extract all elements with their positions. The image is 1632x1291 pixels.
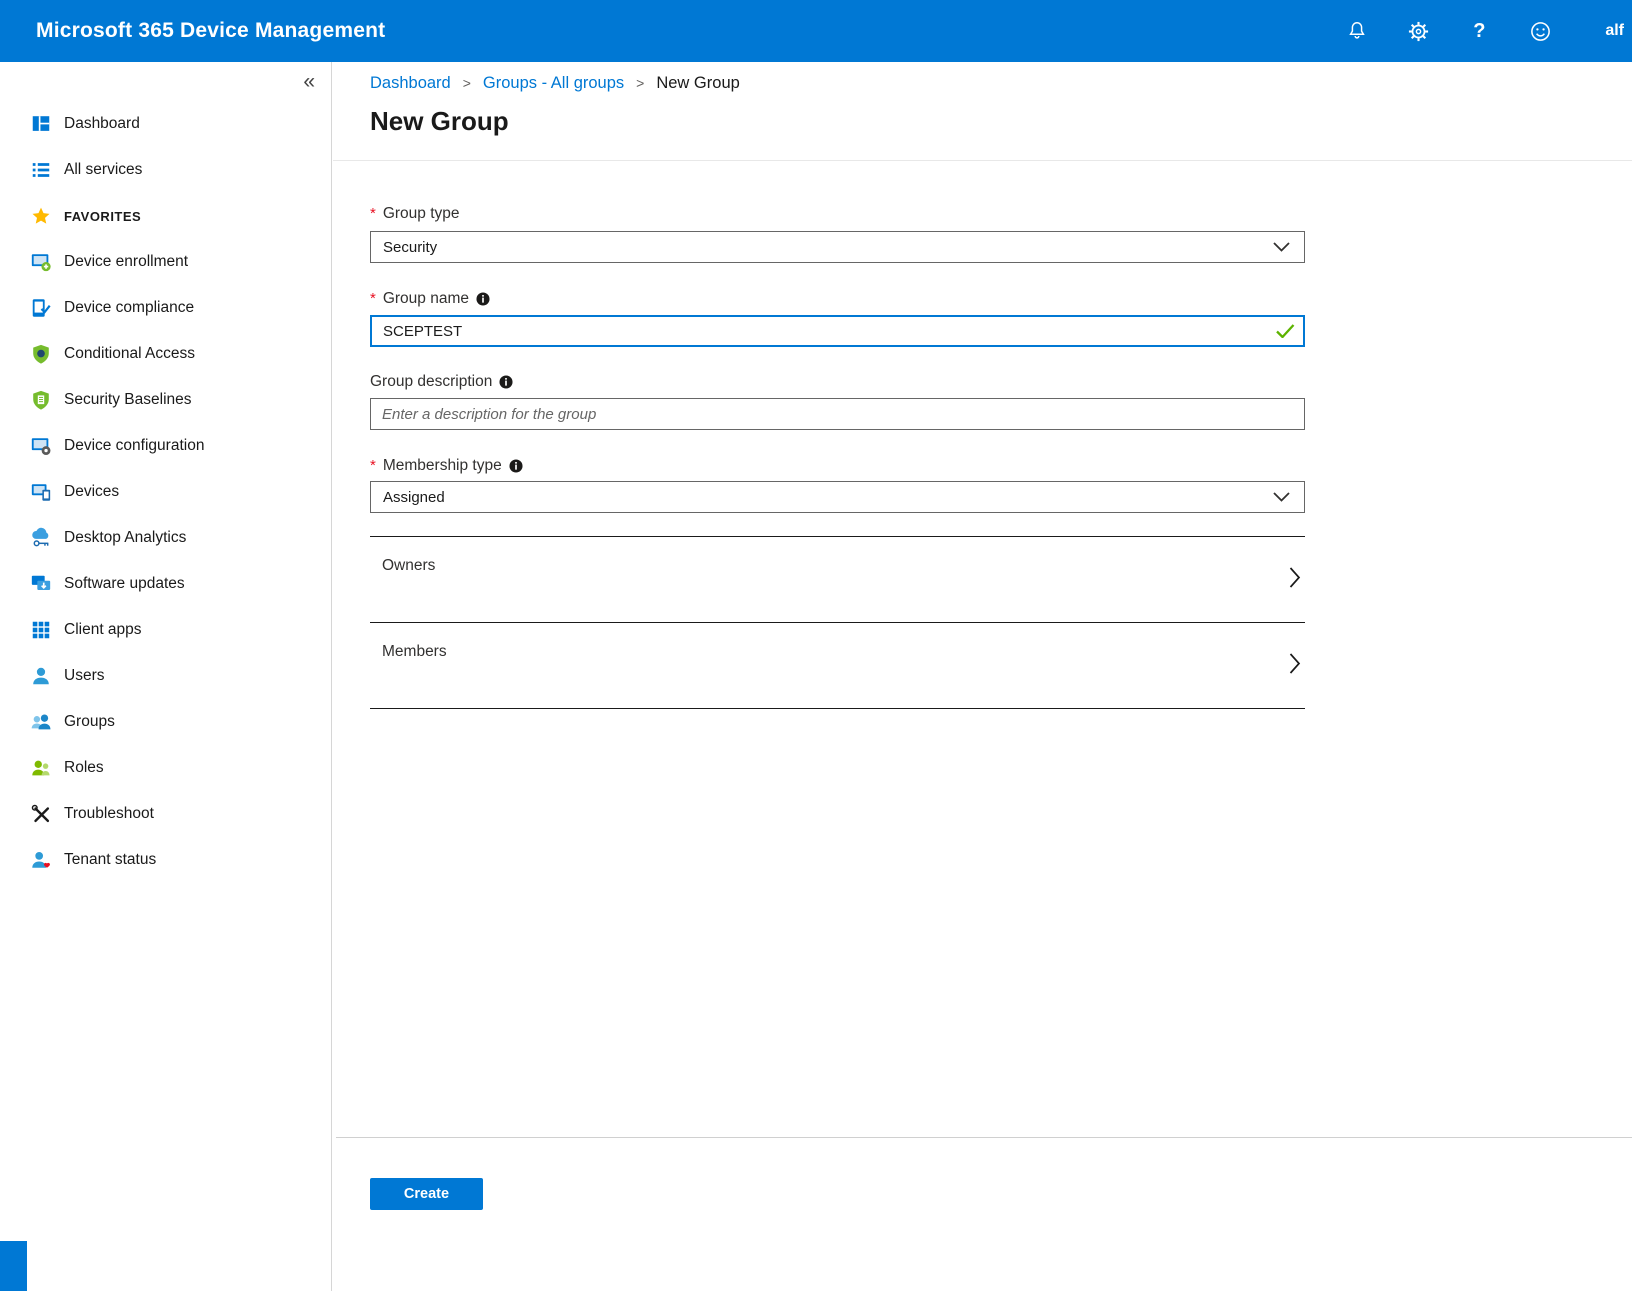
- sidebar-item-devices[interactable]: Devices: [0, 469, 331, 515]
- membership-type-value: Assigned: [383, 489, 445, 506]
- group-description-label: Group description: [370, 373, 513, 391]
- members-row-label: Members: [382, 643, 447, 660]
- sidebar-item-software-updates[interactable]: Software updates: [0, 561, 331, 607]
- device-enrollment-icon: [29, 250, 53, 274]
- all-services-icon: [29, 158, 53, 182]
- member-selection-rows: Owners Members: [370, 536, 1305, 709]
- info-icon[interactable]: [509, 459, 523, 473]
- sidebar-item-label: Device enrollment: [64, 253, 188, 271]
- sidebar-item-users[interactable]: Users: [0, 653, 331, 699]
- owners-row[interactable]: Owners: [370, 536, 1305, 622]
- security-baselines-icon: [29, 388, 53, 412]
- groups-icon: [29, 710, 53, 734]
- sidebar-item-all-services[interactable]: All services: [0, 147, 331, 193]
- info-icon[interactable]: [476, 292, 490, 306]
- group-type-label: * Group type: [370, 205, 460, 223]
- new-group-form: * Group type Security * Group name Group…: [370, 62, 1305, 1291]
- devices-icon: [29, 480, 53, 504]
- topbar-actions: ? alf: [1345, 19, 1624, 43]
- group-name-field: [370, 315, 1305, 347]
- sidebar-item-label: Dashboard: [64, 115, 140, 133]
- software-updates-icon: [29, 572, 53, 596]
- info-icon[interactable]: [499, 375, 513, 389]
- members-row[interactable]: Members: [370, 622, 1305, 708]
- sidebar-item-device-compliance[interactable]: Device compliance: [0, 285, 331, 331]
- sidebar-section-label: FAVORITES: [64, 209, 141, 224]
- membership-type-select[interactable]: Assigned: [370, 481, 1305, 513]
- sidebar-item-dashboard[interactable]: Dashboard: [0, 101, 331, 147]
- sidebar-item-device-configuration[interactable]: Device configuration: [0, 423, 331, 469]
- membership-type-label: * Membership type: [370, 457, 523, 475]
- sidebar-item-device-enrollment[interactable]: Device enrollment: [0, 239, 331, 285]
- client-apps-icon: [29, 618, 53, 642]
- sidebar-item-label: Tenant status: [64, 851, 156, 869]
- sidebar-item-desktop-analytics[interactable]: Desktop Analytics: [0, 515, 331, 561]
- sidebar-item-label: Conditional Access: [64, 345, 195, 363]
- group-description-input[interactable]: [370, 398, 1305, 430]
- sidebar-item-label: Devices: [64, 483, 119, 501]
- sidebar-item-groups[interactable]: Groups: [0, 699, 331, 745]
- sidebar-item-label: Client apps: [64, 621, 142, 639]
- help-icon[interactable]: ?: [1467, 19, 1491, 43]
- sidebar-item-label: Troubleshoot: [64, 805, 154, 823]
- device-configuration-icon: [29, 434, 53, 458]
- collapse-sidebar-icon[interactable]: «: [303, 70, 315, 94]
- sidebar-item-conditional-access[interactable]: Conditional Access: [0, 331, 331, 377]
- account-name[interactable]: alf: [1605, 22, 1624, 40]
- sidebar: « Dashboard All services FAVORITES Devic…: [0, 62, 332, 1291]
- required-marker: *: [370, 457, 376, 474]
- sidebar-item-label: Users: [64, 667, 104, 685]
- group-name-label: * Group name: [370, 290, 490, 308]
- troubleshoot-icon: [29, 802, 53, 826]
- sidebar-item-label: Roles: [64, 759, 104, 777]
- device-compliance-icon: [29, 296, 53, 320]
- group-type-label-text: Group type: [383, 205, 460, 223]
- group-type-value: Security: [383, 239, 437, 256]
- sidebar-item-label: Security Baselines: [64, 391, 192, 409]
- sidebar-section-favorites: FAVORITES: [0, 193, 331, 239]
- sidebar-item-label: Desktop Analytics: [64, 529, 186, 547]
- required-marker: *: [370, 290, 376, 307]
- roles-icon: [29, 756, 53, 780]
- chevron-down-icon: [1273, 489, 1290, 506]
- star-icon: [29, 204, 53, 228]
- users-icon: [29, 664, 53, 688]
- corner-accent: [0, 1241, 27, 1291]
- tenant-status-icon: [29, 848, 53, 872]
- sidebar-item-label: Device configuration: [64, 437, 204, 455]
- checkmark-icon: [1276, 324, 1295, 343]
- group-type-select[interactable]: Security: [370, 231, 1305, 263]
- sidebar-item-troubleshoot[interactable]: Troubleshoot: [0, 791, 331, 837]
- required-marker: *: [370, 205, 376, 222]
- sidebar-item-label: Software updates: [64, 575, 185, 593]
- sidebar-item-security-baselines[interactable]: Security Baselines: [0, 377, 331, 423]
- group-description-field: [370, 398, 1305, 430]
- owners-row-label: Owners: [382, 557, 435, 574]
- bell-icon[interactable]: [1345, 19, 1369, 43]
- dashboard-icon: [29, 112, 53, 136]
- sidebar-item-label: Groups: [64, 713, 115, 731]
- conditional-access-icon: [29, 342, 53, 366]
- group-name-label-text: Group name: [383, 290, 469, 308]
- sidebar-item-tenant-status[interactable]: Tenant status: [0, 837, 331, 883]
- chevron-right-icon: [1289, 566, 1301, 593]
- main-content: Dashboard > Groups - All groups > New Gr…: [333, 62, 1632, 1291]
- footer-divider: [336, 1137, 1632, 1138]
- chevron-right-icon: [1289, 652, 1301, 679]
- desktop-analytics-icon: [29, 526, 53, 550]
- group-name-input[interactable]: [370, 315, 1305, 347]
- membership-type-label-text: Membership type: [383, 457, 502, 475]
- sidebar-item-client-apps[interactable]: Client apps: [0, 607, 331, 653]
- sidebar-nav: Dashboard All services FAVORITES Device …: [0, 101, 331, 883]
- sidebar-item-label: All services: [64, 161, 142, 179]
- gear-icon[interactable]: [1406, 19, 1430, 43]
- smiley-icon[interactable]: [1528, 19, 1552, 43]
- chevron-down-icon: [1273, 239, 1290, 256]
- sidebar-item-label: Device compliance: [64, 299, 194, 317]
- app-title: Microsoft 365 Device Management: [36, 19, 385, 43]
- create-button[interactable]: Create: [370, 1178, 483, 1210]
- topbar: Microsoft 365 Device Management ?: [0, 0, 1632, 62]
- sidebar-item-roles[interactable]: Roles: [0, 745, 331, 791]
- group-description-label-text: Group description: [370, 373, 492, 391]
